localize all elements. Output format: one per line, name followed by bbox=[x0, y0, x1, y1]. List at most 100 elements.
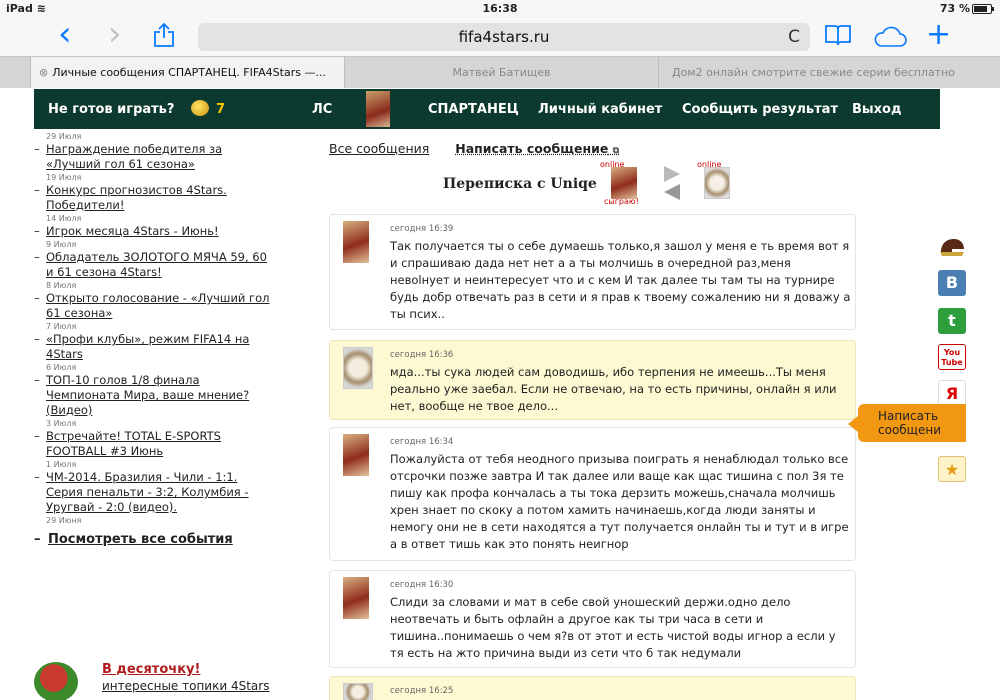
tab-label: Личные сообщения СПАРТАНЕЦ. FIFA4Stars —… bbox=[52, 66, 326, 79]
new-tab-icon[interactable]: + bbox=[926, 20, 951, 50]
message-text: Так получается ты о себе думаешь только,… bbox=[390, 239, 851, 321]
clock: 16:38 bbox=[482, 2, 518, 15]
message-time: сегодня 16:25 bbox=[390, 686, 454, 696]
events-sidebar: 29 Июля Награждение победителя за «Лучши… bbox=[34, 132, 274, 700]
all-events: Посмотреть все события bbox=[34, 532, 274, 547]
tab-label: Матвей Батищев bbox=[452, 66, 551, 79]
event-date: 8 Июля bbox=[46, 281, 77, 290]
list-item: ТОП-10 голов 1/8 финала Чемпионата Мира,… bbox=[34, 373, 274, 418]
author-avatar[interactable] bbox=[343, 221, 369, 263]
forward-icon[interactable]: › bbox=[108, 17, 122, 51]
message-time: сегодня 16:30 bbox=[390, 580, 454, 590]
tab-bar: ⊗ Личные сообщения СПАРТАНЕЦ. FIFA4Stars … bbox=[0, 56, 1000, 88]
author-avatar[interactable] bbox=[343, 577, 369, 619]
helmet-icon[interactable] bbox=[938, 234, 966, 260]
promo-block: В десяточку! интересные топики 4Stars bbox=[34, 662, 274, 700]
tab-label: Дом2 онлайн смотрите свежие серии беспла… bbox=[671, 66, 956, 79]
star-icon[interactable]: ★ bbox=[938, 456, 966, 482]
event-date: 1 Июля bbox=[46, 460, 77, 469]
message-text: мда...ты сука людей сам доводишь, ибо те… bbox=[390, 365, 837, 413]
message-item: сегодня 16:39 Так получается ты о себе д… bbox=[329, 214, 856, 330]
partner-avatar[interactable] bbox=[704, 167, 730, 199]
external-link-icon: ⧉ bbox=[612, 146, 620, 156]
site-nav: Не готов играть? 7 ЛС СПАРТАНЕЦ Личный к… bbox=[34, 89, 940, 129]
event-link[interactable]: ТОП-10 голов 1/8 финала Чемпионата Мира,… bbox=[46, 373, 249, 417]
message-time: сегодня 16:34 bbox=[390, 437, 454, 447]
event-date: 29 Июня bbox=[46, 516, 82, 525]
page-title: Переписка с Uniqe bbox=[443, 176, 597, 192]
promo-sub-link[interactable]: интересные топики 4Stars bbox=[102, 679, 269, 693]
not-ready-link[interactable]: Не готов играть? bbox=[48, 102, 174, 117]
coin-icon bbox=[191, 100, 209, 116]
message-item: сегодня 16:25 bbox=[329, 676, 856, 700]
event-link[interactable]: «Профи клубы», режим FIFA14 на 4Stars bbox=[46, 332, 249, 361]
browser-toolbar: ‹ › fifa4stars.ru C + bbox=[0, 17, 1000, 56]
back-icon[interactable]: ‹ bbox=[58, 17, 72, 51]
event-date: 6 Июля bbox=[46, 363, 77, 372]
promo-title-link[interactable]: В десяточку! bbox=[102, 662, 200, 677]
share-icon[interactable] bbox=[152, 22, 176, 54]
event-link[interactable]: Конкурс прогнозистов 4Stars. Победители! bbox=[46, 183, 227, 212]
tab-dom2[interactable]: Дом2 онлайн смотрите свежие серии беспла… bbox=[658, 57, 968, 88]
message-time: сегодня 16:39 bbox=[390, 224, 454, 234]
list-item: «Профи клубы», режим FIFA14 на 4Stars bbox=[34, 332, 274, 362]
bookmarks-icon[interactable] bbox=[824, 23, 852, 53]
exit-link[interactable]: Выход bbox=[852, 102, 901, 117]
battery-label: 73 % bbox=[939, 2, 970, 15]
author-avatar[interactable] bbox=[343, 683, 373, 700]
icloud-tabs-icon[interactable] bbox=[872, 24, 908, 54]
user-link[interactable]: СПАРТАНЕЦ bbox=[428, 102, 519, 117]
list-item: Встречайте! TOTAL E-SPORTS FOOTBALL #3 И… bbox=[34, 429, 274, 459]
close-tab-icon[interactable]: ⊗ bbox=[39, 66, 48, 79]
swap-arrows-icon bbox=[660, 165, 684, 201]
play-label: сыграю! bbox=[604, 197, 639, 206]
cabinet-link[interactable]: Личный кабинет bbox=[538, 102, 662, 117]
twitter-icon[interactable]: t bbox=[938, 308, 966, 334]
ls-link[interactable]: ЛС bbox=[312, 102, 332, 117]
all-events-link[interactable]: Посмотреть все события bbox=[48, 532, 233, 547]
yandex-icon[interactable]: Я bbox=[938, 380, 966, 406]
author-avatar[interactable] bbox=[343, 434, 369, 476]
battery-icon bbox=[972, 4, 994, 14]
all-messages-link[interactable]: Все сообщения bbox=[329, 141, 429, 156]
event-link[interactable]: Встречайте! TOTAL E-SPORTS FOOTBALL #3 И… bbox=[46, 429, 221, 458]
message-links: Все сообщения Написать сообщение ⧉ bbox=[329, 141, 641, 156]
report-link[interactable]: Сообщить результат bbox=[682, 102, 838, 117]
list-item: Игрок месяца 4Stars - Июнь! bbox=[34, 224, 274, 239]
tab-matvey[interactable]: Матвей Батищев bbox=[344, 57, 658, 88]
list-item: ЧМ-2014. Бразилия - Чили - 1:1. Серия пе… bbox=[34, 470, 274, 515]
address-bar[interactable]: fifa4stars.ru C bbox=[198, 23, 810, 51]
list-item: Награждение победителя за «Лучший гол 61… bbox=[34, 142, 274, 172]
event-date: 9 Июля bbox=[46, 240, 77, 249]
status-bar: iPad ≋ 16:38 73 % bbox=[0, 0, 1000, 18]
event-link[interactable]: ЧМ-2014. Бразилия - Чили - 1:1. Серия пе… bbox=[46, 470, 249, 514]
my-avatar[interactable] bbox=[611, 167, 637, 199]
event-date: 3 Июля bbox=[46, 419, 77, 428]
event-link[interactable]: Игрок месяца 4Stars - Июнь! bbox=[46, 224, 219, 238]
event-date: 7 Июля bbox=[46, 322, 77, 331]
list-item: Конкурс прогнозистов 4Stars. Победители! bbox=[34, 183, 274, 213]
message-text: Слиди за словами и мат в себе свой уноше… bbox=[390, 595, 836, 660]
event-date: 19 Июля bbox=[46, 173, 82, 182]
event-link[interactable]: Обладатель ЗОЛОТОГО МЯЧА 59, 60 и 61 сез… bbox=[46, 250, 267, 279]
user-avatar[interactable] bbox=[366, 91, 390, 127]
event-date: 14 Июля bbox=[46, 214, 82, 223]
list-item: Обладатель ЗОЛОТОГО МЯЧА 59, 60 и 61 сез… bbox=[34, 250, 274, 280]
message-time: сегодня 16:36 bbox=[390, 350, 454, 360]
author-avatar[interactable] bbox=[343, 347, 373, 389]
write-message-tab[interactable]: Написать сообщени bbox=[848, 404, 966, 442]
tab-messages[interactable]: ⊗ Личные сообщения СПАРТАНЕЦ. FIFA4Stars … bbox=[30, 57, 344, 88]
event-link[interactable]: Открыто голосование - «Лучший гол 61 сез… bbox=[46, 291, 269, 320]
list-item: Открыто голосование - «Лучший гол 61 сез… bbox=[34, 291, 274, 321]
vk-icon[interactable]: B bbox=[938, 270, 966, 296]
write-message-link[interactable]: Написать сообщение ⧉ bbox=[455, 141, 619, 156]
message-item: сегодня 16:30 Слиди за словами и мат в с… bbox=[329, 570, 856, 668]
url-text: fifa4stars.ru bbox=[458, 28, 550, 46]
apple-target-icon bbox=[34, 662, 78, 700]
coin-count: 7 bbox=[216, 102, 226, 117]
event-link[interactable]: Награждение победителя за «Лучший гол 61… bbox=[46, 142, 222, 171]
youtube-icon[interactable]: You Tube bbox=[938, 344, 966, 370]
message-item: сегодня 16:36 мда...ты сука людей сам до… bbox=[329, 340, 856, 420]
message-text: Пожалуйста от тебя неодного призыва поиг… bbox=[390, 452, 849, 551]
reload-icon[interactable]: C bbox=[788, 23, 800, 51]
